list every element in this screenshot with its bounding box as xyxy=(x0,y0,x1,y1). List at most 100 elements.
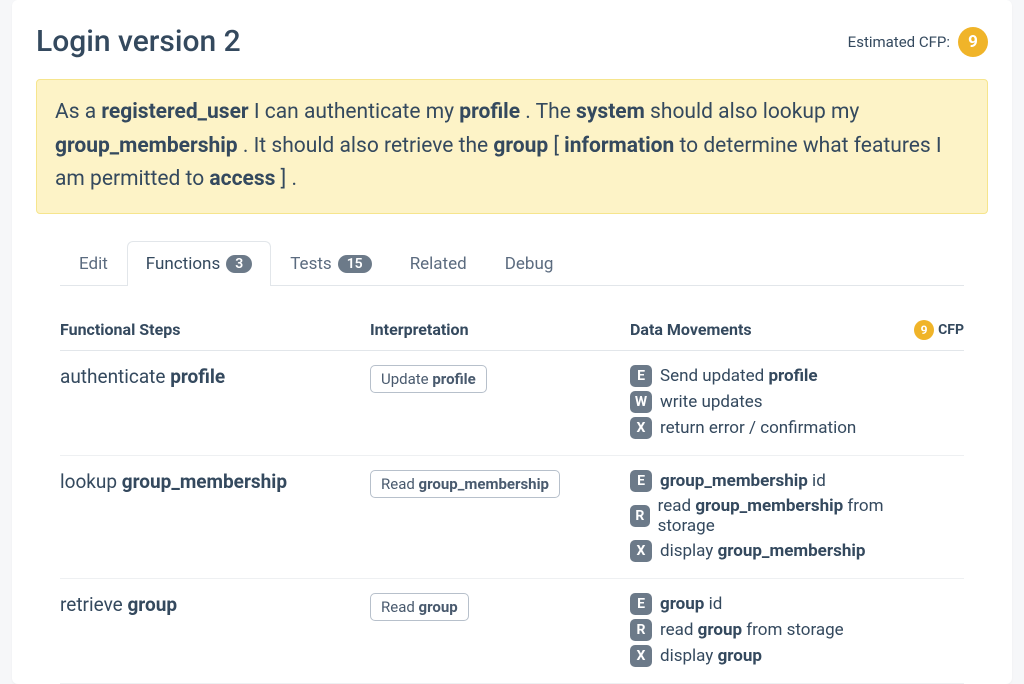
data-movements-cell: Egroup idRread group from storageXdispla… xyxy=(630,593,964,667)
header-cfp: 9 CFP xyxy=(914,320,964,340)
story-text: should also lookup my xyxy=(645,100,860,124)
functional-step: lookup group_membership xyxy=(60,470,370,562)
movement-text: return error / confirmation xyxy=(660,418,856,438)
movement-code-icon: R xyxy=(630,619,652,641)
story-keyword: system xyxy=(576,100,645,124)
step-keyword: profile xyxy=(170,365,225,388)
data-movements-cell: ESend updated profile Wwrite updates Xretu… xyxy=(630,365,964,439)
movement-line: Xreturn error / confirmation xyxy=(630,417,914,439)
movement-keyword: group xyxy=(698,620,742,640)
story-text: As a xyxy=(55,100,101,124)
tab-debug[interactable]: Debug xyxy=(486,241,573,286)
tabs: Edit Functions3 Tests 15 Related Debug xyxy=(60,240,964,286)
step-text: lookup xyxy=(60,470,122,493)
story-text: [ xyxy=(548,134,564,158)
step-text: retrieve xyxy=(60,593,127,616)
movement-text: read xyxy=(660,620,698,640)
estimated-cfp-label: Estimated CFP: xyxy=(848,33,950,51)
interpretation-cell: Read group_membership xyxy=(370,470,630,562)
header-cfp-badge: 9 xyxy=(914,320,934,340)
tab-label: Edit xyxy=(79,254,108,274)
interp-text: Read xyxy=(381,475,419,493)
step-text: authenticate xyxy=(60,365,170,388)
story-keyword: access xyxy=(209,167,275,191)
page-title: Login version 2 xyxy=(36,24,241,59)
functional-step: retrieve group xyxy=(60,593,370,667)
movement-text: write updates xyxy=(660,392,763,412)
tab-tests[interactable]: Tests 15 xyxy=(271,241,390,286)
step-keyword: group_membership xyxy=(122,470,287,493)
movement-line: Xdisplay group_membership xyxy=(630,540,914,562)
tab-label: Related xyxy=(410,254,467,274)
tab-functions[interactable]: Functions3 xyxy=(127,241,271,286)
movement-code-icon: R xyxy=(630,505,650,527)
movements-list: Egroup idRread group from storageXdispla… xyxy=(630,593,964,667)
tab-related[interactable]: Related xyxy=(391,241,486,286)
movement-text: read group from storage xyxy=(660,620,844,640)
movement-code-icon: E xyxy=(630,470,652,492)
table-header: Functional Steps Interpretation Data Mov… xyxy=(60,320,964,351)
header-interpretation: Interpretation xyxy=(370,320,630,339)
main-card: Login version 2 Estimated CFP: 9 As a re… xyxy=(12,0,1012,684)
movement-keyword: profile xyxy=(768,366,817,386)
story-text: ] . xyxy=(275,167,297,191)
movement-line: Wwrite updates xyxy=(630,391,914,413)
movement-line: Rread group_membership from storage xyxy=(630,496,914,536)
movement-line: ESend updated profile xyxy=(630,365,914,387)
movement-code-icon: X xyxy=(630,417,652,439)
interpretation-tag[interactable]: Read group_membership xyxy=(370,470,560,498)
story-keyword: information xyxy=(564,134,674,158)
story-text: I can authenticate my xyxy=(249,100,460,124)
story-keyword: registered_user xyxy=(101,100,248,124)
interp-keyword: profile xyxy=(432,370,475,388)
story-keyword: group_membership xyxy=(55,134,238,158)
movement-code-icon: X xyxy=(630,540,652,562)
movement-line: Egroup_membership id xyxy=(630,470,914,492)
header-data-movements-label: Data Movements xyxy=(630,320,752,339)
movement-code-icon: X xyxy=(630,645,652,667)
functions-table: Functional Steps Interpretation Data Mov… xyxy=(36,286,988,684)
movement-text: Send updated profile xyxy=(660,366,818,386)
header-cfp-label: CFP xyxy=(938,322,964,338)
movement-keyword: group_membership xyxy=(695,496,843,516)
story-text: . The xyxy=(520,100,576,124)
step-keyword: group xyxy=(127,593,177,616)
interp-text: Update xyxy=(381,370,432,388)
movement-text: display xyxy=(660,541,718,561)
story-keyword: profile xyxy=(459,100,520,124)
interpretation-tag[interactable]: Update profile xyxy=(370,365,487,393)
tab-count-badge: 15 xyxy=(338,255,372,273)
table-row: lookup group_membershipRead group_member… xyxy=(60,456,964,579)
tab-label: Debug xyxy=(505,254,554,274)
movement-line: Rread group from storage xyxy=(630,619,914,641)
movement-text: id xyxy=(808,471,826,491)
tab-label: Functions xyxy=(146,254,220,274)
header-row: Login version 2 Estimated CFP: 9 xyxy=(36,24,988,59)
interpretation-cell: Read group xyxy=(370,593,630,667)
interp-keyword: group_membership xyxy=(419,475,549,493)
movement-text: from storage xyxy=(742,620,844,640)
movement-text: read group_membership from storage xyxy=(658,496,914,536)
header-data-movements: Data Movements 9 CFP xyxy=(630,320,964,340)
movement-keyword: group_membership xyxy=(718,541,866,561)
story-text: . It should also retrieve the xyxy=(238,134,494,158)
movement-code-icon: W xyxy=(630,391,652,413)
movement-line: Egroup id xyxy=(630,593,914,615)
header-functional-steps: Functional Steps xyxy=(60,320,370,339)
movements-list: Egroup_membership id Rread group_membersh… xyxy=(630,470,964,562)
movement-keyword: group_membership xyxy=(660,471,808,491)
movement-text: group_membership id xyxy=(660,471,826,491)
table-row: retrieve groupRead groupEgroup idRread g… xyxy=(60,579,964,684)
tab-label: Tests xyxy=(290,254,331,274)
functional-step: authenticate profile xyxy=(60,365,370,439)
interp-text: Read xyxy=(381,598,419,616)
story-keyword: group xyxy=(493,134,548,158)
movement-text: read xyxy=(658,496,696,516)
data-movements-cell: Egroup_membership id Rread group_membersh… xyxy=(630,470,964,562)
tab-edit[interactable]: Edit xyxy=(60,241,127,286)
movements-list: ESend updated profile Wwrite updates Xretu… xyxy=(630,365,964,439)
movement-text: return error / confirmation xyxy=(660,418,856,438)
interp-keyword: group xyxy=(419,598,458,616)
interpretation-tag[interactable]: Read group xyxy=(370,593,469,621)
table-row: authenticate profileUpdate profileESend … xyxy=(60,351,964,456)
